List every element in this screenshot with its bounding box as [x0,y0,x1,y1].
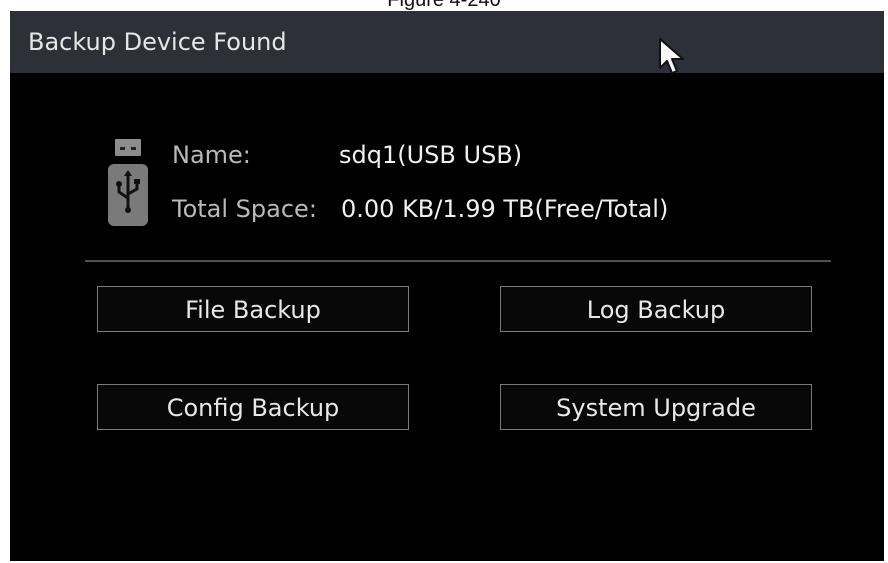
system-upgrade-button[interactable]: System Upgrade [500,384,812,430]
name-label: Name: [172,141,251,169]
log-backup-button[interactable]: Log Backup [500,286,812,332]
section-divider [85,260,831,262]
total-space-value: 0.00 KB/1.99 TB(Free/Total) [341,195,669,223]
device-name-value: sdq1(USB USB) [339,141,523,169]
dialog-titlebar: Backup Device Found [10,11,884,73]
dialog-title: Backup Device Found [28,28,287,56]
mouse-pointer-icon [659,38,684,74]
file-backup-button[interactable]: File Backup [97,286,409,332]
config-backup-button[interactable]: Config Backup [97,384,409,430]
backup-device-dialog: Backup Device Found Name: sdq1(USB USB) … [10,11,884,561]
total-space-label: Total Space: [172,195,317,223]
figure-caption: Figure 4-240 [387,0,501,11]
usb-drive-icon [108,139,148,226]
